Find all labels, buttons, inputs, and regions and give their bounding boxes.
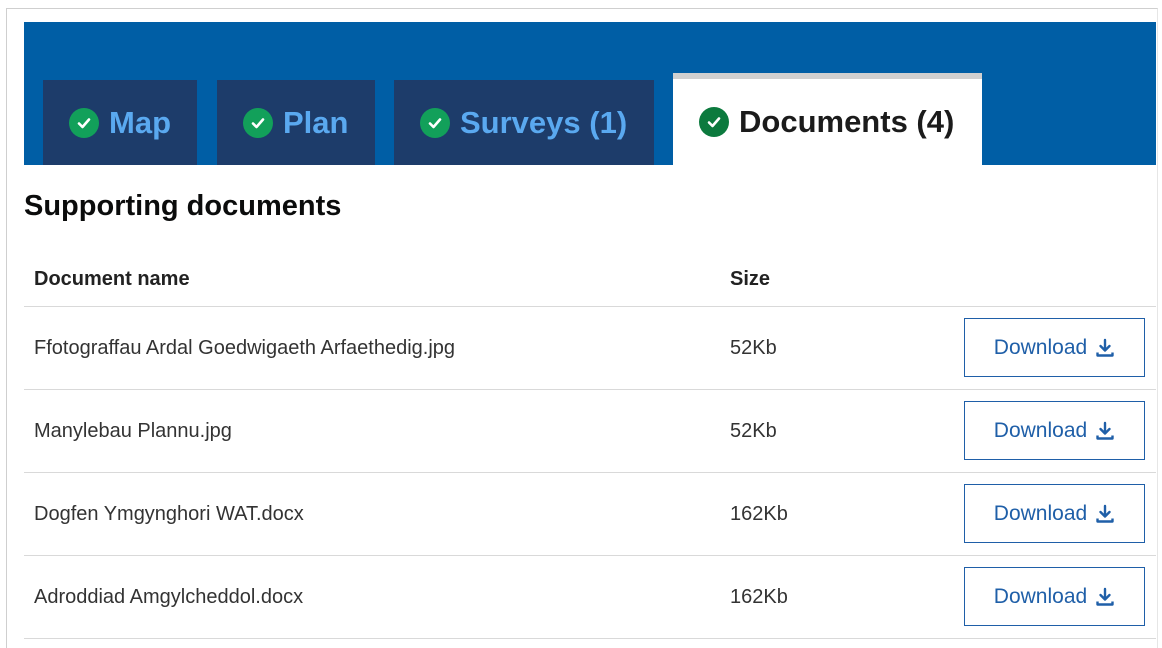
document-size: 52Kb bbox=[730, 420, 777, 442]
download-icon bbox=[1095, 338, 1115, 358]
section-title: Supporting documents bbox=[24, 190, 342, 222]
column-header-name: Document name bbox=[34, 268, 190, 290]
check-circle-icon bbox=[69, 107, 99, 138]
tab-label: Documents (4) bbox=[739, 104, 955, 139]
document-name: Dogfen Ymgynghori WAT.docx bbox=[34, 503, 304, 525]
document-name: Ffotograffau Ardal Goedwigaeth Arfaethed… bbox=[34, 337, 456, 359]
tab-label: Plan bbox=[283, 104, 349, 140]
download-button[interactable]: Download bbox=[964, 484, 1145, 543]
table-row: Manylebau Plannu.jpg 52Kb Download bbox=[24, 390, 1156, 473]
table-row: Ffotograffau Ardal Goedwigaeth Arfaethed… bbox=[24, 307, 1156, 390]
tab-label: Surveys (1) bbox=[460, 104, 628, 140]
table-header: Document name Size bbox=[24, 252, 1156, 307]
documents-table: Document name Size Ffotograffau Ardal Go… bbox=[24, 252, 1156, 639]
document-size: 162Kb bbox=[730, 586, 788, 608]
table-row: Dogfen Ymgynghori WAT.docx 162Kb Downloa… bbox=[24, 473, 1156, 556]
download-button[interactable]: Download bbox=[964, 401, 1145, 460]
download-icon bbox=[1095, 587, 1115, 607]
tab-plan[interactable]: Plan bbox=[217, 80, 375, 165]
download-label: Download bbox=[993, 501, 1088, 525]
document-size: 52Kb bbox=[730, 337, 777, 359]
download-label: Download bbox=[993, 584, 1088, 608]
check-circle-icon bbox=[420, 107, 450, 138]
document-name: Adroddiad Amgylcheddol.docx bbox=[34, 586, 304, 608]
download-label: Download bbox=[993, 418, 1088, 442]
download-icon bbox=[1095, 421, 1115, 441]
document-name: Manylebau Plannu.jpg bbox=[34, 420, 232, 442]
download-button[interactable]: Download bbox=[964, 318, 1145, 377]
tab-map[interactable]: Map bbox=[43, 80, 197, 165]
check-circle-icon bbox=[243, 107, 273, 138]
table-row: Adroddiad Amgylcheddol.docx 162Kb Downlo… bbox=[24, 556, 1156, 639]
download-button[interactable]: Download bbox=[964, 567, 1145, 626]
download-icon bbox=[1095, 504, 1115, 524]
tab-documents[interactable]: Documents (4) bbox=[673, 73, 982, 165]
download-label: Download bbox=[993, 335, 1088, 359]
document-size: 162Kb bbox=[730, 503, 788, 525]
tab-surveys[interactable]: Surveys (1) bbox=[394, 80, 654, 165]
column-header-size: Size bbox=[730, 268, 771, 290]
tab-label: Map bbox=[109, 104, 171, 140]
check-circle-icon bbox=[699, 107, 729, 137]
